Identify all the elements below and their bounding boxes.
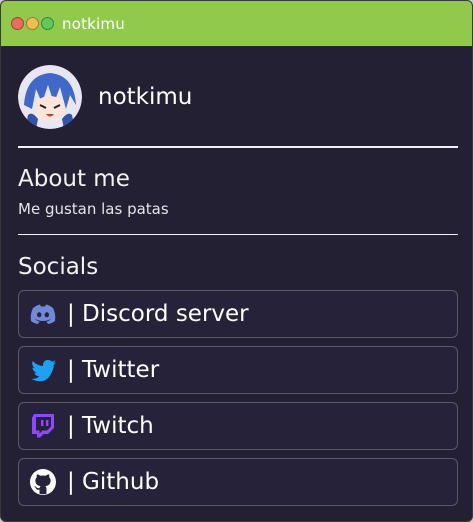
maximize-window-button[interactable] bbox=[41, 17, 54, 30]
twitter-button[interactable]: | Twitter bbox=[18, 346, 458, 394]
about-text: Me gustan las patas bbox=[18, 200, 169, 218]
close-window-button[interactable] bbox=[11, 17, 24, 30]
divider bbox=[18, 234, 458, 235]
twitch-icon bbox=[27, 410, 59, 442]
title-bar[interactable]: notkimu bbox=[1, 1, 472, 47]
twitch-label: | Twitch bbox=[67, 413, 154, 439]
minimize-window-button[interactable] bbox=[26, 17, 39, 30]
twitter-label: | Twitter bbox=[67, 357, 160, 383]
discord-server-label: | Discord server bbox=[67, 301, 249, 327]
github-icon bbox=[27, 466, 59, 498]
avatar bbox=[18, 64, 82, 129]
twitter-icon bbox=[27, 354, 59, 386]
discord-icon bbox=[27, 298, 59, 330]
github-label: | Github bbox=[67, 469, 160, 495]
discord-server-button[interactable]: | Discord server bbox=[18, 290, 458, 338]
twitch-button[interactable]: | Twitch bbox=[18, 402, 458, 450]
app-window: notkimu notkimu About me Me gustan las p… bbox=[0, 0, 473, 522]
github-button[interactable]: | Github bbox=[18, 458, 458, 506]
divider bbox=[18, 146, 458, 148]
window-title: notkimu bbox=[62, 14, 125, 33]
profile-header: notkimu bbox=[18, 47, 456, 146]
about-heading: About me bbox=[18, 166, 130, 192]
username: notkimu bbox=[98, 83, 193, 110]
profile-content: notkimu About me Me gustan las patas Soc… bbox=[1, 47, 472, 506]
socials-heading: Socials bbox=[18, 254, 99, 280]
